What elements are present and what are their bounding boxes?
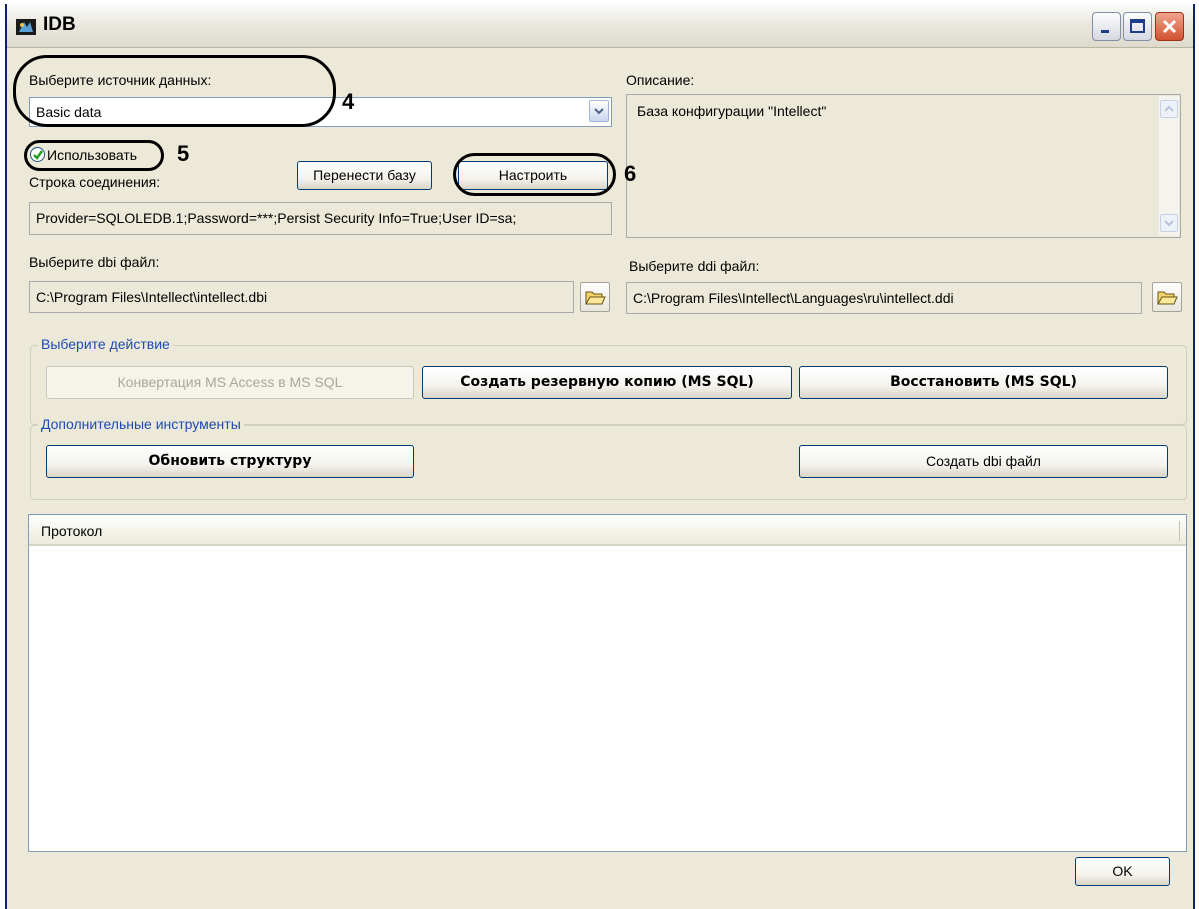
chevron-down-icon: [1164, 220, 1174, 227]
description-text: База конфигурации "Intellect": [637, 103, 827, 119]
backup-button[interactable]: Создать резервную копию (MS SQL): [422, 366, 792, 399]
description-label: Описание:: [626, 72, 695, 88]
protocol-header-label: Протокол: [41, 523, 103, 539]
transfer-db-button[interactable]: Перенести базу: [297, 161, 432, 190]
window-title: IDB: [43, 14, 76, 35]
dbi-path-value: C:\Program Files\Intellect\intellect.dbi: [36, 289, 268, 305]
app-icon: [16, 19, 36, 35]
browse-dbi-button[interactable]: [580, 282, 610, 312]
tools-group-label: Дополнительные инструменты: [38, 416, 244, 432]
connection-string-field[interactable]: Provider=SQLOLEDB.1;Password=***;Persist…: [29, 202, 612, 235]
convert-access-button[interactable]: Конвертация MS Access в MS SQL: [46, 366, 414, 399]
browse-ddi-button[interactable]: [1152, 282, 1182, 312]
connection-label: Строка соединения:: [29, 174, 161, 190]
dbi-path-field[interactable]: C:\Program Files\Intellect\intellect.dbi: [29, 281, 574, 313]
protocol-header[interactable]: Протокол: [29, 515, 1186, 546]
ddi-label: Выберите ddi файл:: [629, 258, 760, 274]
idb-window: IDB Выберите источник данных: Basic data…: [5, 4, 1195, 909]
folder-open-icon: [1157, 291, 1178, 305]
scroll-down-button[interactable]: [1160, 214, 1178, 232]
annotation-number-6: 6: [624, 161, 637, 186]
combo-dropdown-button[interactable]: [589, 100, 609, 122]
ddi-path-value: C:\Program Files\Intellect\Languages\ru\…: [633, 290, 954, 306]
folder-open-icon: [585, 291, 606, 305]
update-structure-button[interactable]: Обновить структуру: [46, 445, 414, 478]
description-scrollbar[interactable]: [1159, 96, 1179, 236]
annotation-ring-use: [24, 140, 164, 171]
annotation-number-4: 4: [342, 89, 355, 114]
scroll-up-button[interactable]: [1160, 100, 1178, 118]
description-box: База конфигурации "Intellect": [626, 94, 1181, 238]
close-button[interactable]: [1155, 12, 1184, 41]
column-divider: [1179, 521, 1180, 541]
ok-button[interactable]: OK: [1075, 857, 1170, 886]
actions-group-label: Выберите действие: [38, 336, 173, 352]
chevron-up-icon: [1164, 105, 1174, 112]
close-icon: [1162, 19, 1177, 34]
annotation-ring-source: [13, 55, 336, 127]
minimize-button[interactable]: [1092, 12, 1121, 41]
title-bar: IDB: [7, 4, 1193, 48]
ddi-path-field[interactable]: C:\Program Files\Intellect\Languages\ru\…: [626, 282, 1142, 314]
maximize-icon: [1130, 19, 1145, 33]
protocol-list[interactable]: Протокол: [28, 514, 1187, 852]
maximize-button[interactable]: [1123, 12, 1152, 41]
dbi-label: Выберите dbi файл:: [29, 254, 160, 270]
chevron-down-icon: [594, 108, 604, 115]
create-dbi-button[interactable]: Создать dbi файл: [799, 445, 1168, 478]
annotation-number-5: 5: [177, 141, 190, 166]
annotation-ring-configure: [453, 153, 616, 196]
minimize-icon: [1101, 30, 1109, 33]
connection-string-value: Provider=SQLOLEDB.1;Password=***;Persist…: [36, 210, 517, 226]
restore-button[interactable]: Восстановить (MS SQL): [799, 366, 1168, 399]
